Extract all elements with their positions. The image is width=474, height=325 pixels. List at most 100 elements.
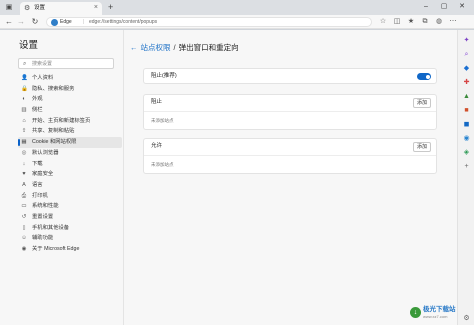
copilot-icon[interactable]: ✦ [462, 36, 471, 45]
close-tab-icon[interactable]: × [94, 4, 98, 12]
settings-nav-list: 👤 个人资料 🔒 隐私、搜索和服务 ◐ 外观 ▥ 侧栏 ⌂ 开始、主页和新建标签页 ⇪ 共享、复制和粘… [18, 73, 122, 255]
system-icon: ▭ [21, 203, 27, 210]
split-screen-icon[interactable]: ◫ [392, 17, 402, 27]
settings-nav-label: 个人资料 [32, 75, 54, 81]
forward-icon[interactable]: → [16, 17, 26, 27]
back-arrow-icon[interactable]: ← [130, 43, 138, 52]
block-empty-text: 未添加站点 [151, 118, 174, 123]
settings-nav-item[interactable]: 🔒 隐私、搜索和服务 [18, 84, 122, 95]
settings-nav-item[interactable]: ◎ 默认浏览器 [18, 148, 122, 159]
browser-icon: ◎ [21, 149, 27, 156]
drop-icon[interactable]: ◉ [462, 134, 471, 143]
settings-nav-label: 关于 Microsoft Edge [32, 246, 80, 252]
search-placeholder: 搜索设置 [32, 61, 53, 67]
games-icon[interactable]: ▲ [462, 92, 471, 101]
workspaces-icon[interactable]: ▣ [4, 3, 14, 12]
window-close-icon[interactable]: ✕ [456, 2, 468, 12]
breadcrumb-parent[interactable]: 站点权限 [141, 43, 171, 52]
more-menu-icon[interactable]: ⋯ [448, 17, 458, 27]
address-divider: | [83, 19, 85, 25]
breadcrumb-separator: / [173, 43, 176, 52]
settings-nav-label: 开始、主页和新建标签页 [32, 117, 91, 124]
back-icon[interactable]: ← [4, 17, 14, 27]
settings-nav-item[interactable]: ▥ 侧栏 [18, 105, 122, 116]
block-list-title: 阻止 [151, 99, 163, 105]
address-label: Edge [60, 19, 72, 25]
settings-nav-label: 共享、复制和粘贴 [32, 128, 75, 135]
settings-nav-item[interactable]: ☺ 辅助功能 [18, 233, 122, 244]
reset-icon: ↺ [21, 213, 27, 220]
edge-icon: ◉ [21, 246, 27, 252]
printer-icon: ⎙ [21, 192, 27, 199]
settings-nav-item[interactable]: ⇪ 共享、复制和粘贴 [18, 126, 122, 137]
divider [144, 111, 436, 112]
share-icon: ⇪ [21, 128, 27, 135]
settings-nav-item[interactable]: ▭ 系统和性能 [18, 201, 122, 212]
block-setting-label: 阻止(推荐) [151, 73, 177, 79]
settings-nav-label: 重置设置 [32, 213, 54, 220]
gear-icon: ⚙ [24, 5, 31, 12]
search-sidebar-icon[interactable]: ⌕ [462, 50, 471, 59]
new-tab-button[interactable]: + [108, 2, 113, 12]
tab-settings[interactable]: ⚙ 设置 × [20, 2, 102, 15]
profile-avatar-icon[interactable]: ◍ [434, 17, 444, 27]
settings-nav-item[interactable]: ⌂ 开始、主页和新建标签页 [18, 116, 122, 127]
settings-nav-item[interactable]: ▯ 手机和其他设备 [18, 223, 122, 234]
settings-nav-item[interactable]: 👤 个人资料 [18, 73, 122, 84]
favorites-icon[interactable]: ★ [406, 17, 416, 27]
settings-nav-label: 语言 [32, 181, 43, 188]
block-list-card: 阻止 添加 未添加站点 [143, 94, 437, 130]
download-icon: ↓ [22, 160, 26, 167]
family-icon: ♥ [22, 171, 26, 178]
settings-nav-item[interactable]: ◉ 关于 Microsoft Edge [18, 244, 122, 255]
edge-logo-icon [51, 19, 58, 26]
settings-nav-item[interactable]: ↺ 重置设置 [18, 212, 122, 223]
tab-strip: ▣ ⚙ 设置 × + – ▢ ✕ [0, 0, 474, 15]
settings-search-input[interactable]: ⌕ 搜索设置 [18, 58, 114, 69]
settings-nav-item[interactable]: A 语言 [18, 180, 122, 191]
allow-list-card: 允许 添加 未添加站点 [143, 138, 437, 174]
tools-icon[interactable]: ✚ [462, 78, 471, 87]
watermark: ↓ 极光下载站 www.xz7.com [410, 305, 458, 321]
maximize-icon[interactable]: ▢ [438, 2, 450, 12]
settings-nav-label: Cookie 和网站权限 [32, 139, 77, 146]
settings-sidebar: 设置 ⌕ 搜索设置 👤 个人资料 🔒 隐私、搜索和服务 ◐ 外观 ▥ 侧栏 ⌂ 开始、主页和新建标… [0, 30, 124, 325]
favorite-star-icon[interactable]: ☆ [378, 17, 388, 27]
settings-nav-item[interactable]: ▦ Cookie 和网站权限 [18, 137, 122, 148]
add-sidebar-icon[interactable]: + [462, 162, 471, 171]
minimize-icon[interactable]: – [420, 2, 432, 12]
watermark-line1: 极光下载站 [423, 306, 456, 313]
collections-icon[interactable]: ⧉ [420, 17, 430, 27]
settings-nav-item[interactable]: ♥ 家庭安全 [18, 169, 122, 180]
edge-sidebar: ✦ ⌕ ◆ ✚ ▲ ■ ◼ ◉ ◈ + ⚙ [457, 30, 474, 325]
lock-icon: 🔒 [21, 85, 28, 92]
refresh-icon[interactable]: ↻ [30, 17, 40, 27]
breadcrumb: ← 站点权限 / 弹出窗口和重定向 [130, 42, 239, 54]
shopping-icon[interactable]: ◈ [462, 148, 471, 157]
settings-content: ← 站点权限 / 弹出窗口和重定向 阻止(推荐) 阻止 添加 未添加站点 允许 添加 … [125, 30, 457, 325]
settings-nav-item[interactable]: ⎙ 打印机 [18, 191, 122, 202]
toggle-knob [425, 74, 430, 79]
block-toggle[interactable] [417, 73, 431, 80]
sidebar-settings-icon[interactable]: ⚙ [462, 314, 471, 323]
sidebar-icon: ▥ [21, 107, 27, 114]
office-icon[interactable]: ■ [462, 106, 471, 115]
accessibility-icon: ☺ [21, 235, 27, 242]
settings-nav-label: 默认浏览器 [32, 149, 59, 156]
settings-nav-item[interactable]: ↓ 下载 [18, 159, 122, 170]
settings-nav-label: 下载 [32, 160, 43, 167]
address-url[interactable]: edge://settings/content/popups [89, 19, 157, 26]
settings-nav-label: 侧栏 [32, 107, 43, 114]
home-icon: ⌂ [22, 117, 26, 124]
outlook-icon[interactable]: ◼ [462, 120, 471, 129]
block-add-button[interactable]: 添加 [413, 98, 431, 108]
settings-nav-item[interactable]: ◐ 外观 [18, 94, 122, 105]
settings-title: 设置 [19, 40, 39, 51]
divider [144, 155, 436, 156]
allow-add-button[interactable]: 添加 [413, 142, 431, 152]
tag-icon[interactable]: ◆ [462, 64, 471, 73]
allow-empty-text: 未添加站点 [151, 162, 174, 167]
cookie-icon: ▦ [21, 139, 27, 146]
browser-toolbar: ← → ↻ Edge | edge://settings/content/pop… [0, 15, 474, 29]
address-bar[interactable]: Edge | edge://settings/content/popups [46, 17, 372, 27]
